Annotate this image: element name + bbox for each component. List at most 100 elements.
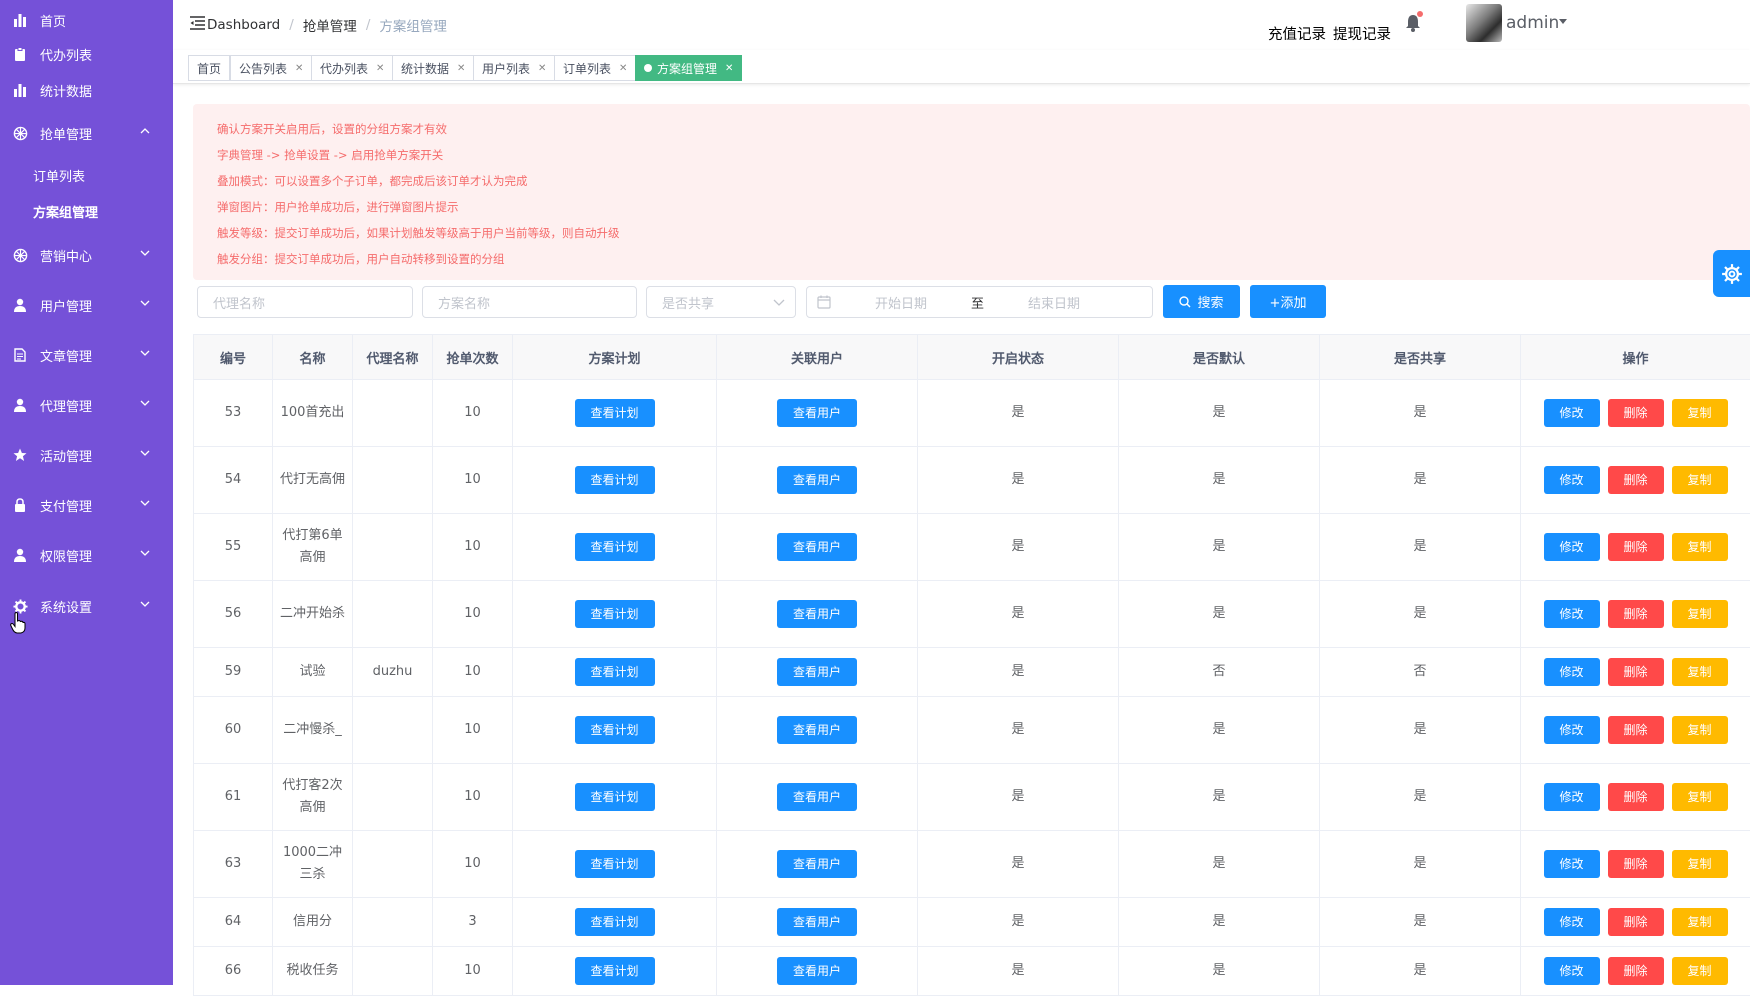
close-icon[interactable]: ✕ — [376, 63, 384, 74]
copy-button[interactable]: 复制 — [1672, 658, 1728, 686]
view-plan-button[interactable]: 查看计划 — [575, 850, 655, 878]
tag-order-list[interactable]: 订单列表✕ — [554, 55, 636, 81]
start-date-input[interactable]: 开始日期 — [875, 293, 927, 312]
copy-button[interactable]: 复制 — [1672, 716, 1728, 744]
delete-button[interactable]: 删除 — [1608, 466, 1664, 494]
tag-plan-group-active[interactable]: 方案组管理✕ — [635, 55, 742, 81]
tag-announcements[interactable]: 公告列表✕ — [230, 55, 312, 81]
sidebar-item-label: 文章管理 — [40, 346, 92, 365]
view-users-button[interactable]: 查看用户 — [777, 533, 857, 561]
view-users-button[interactable]: 查看用户 — [777, 399, 857, 427]
tag-label: 用户列表 — [482, 60, 530, 77]
edit-button[interactable]: 修改 — [1544, 850, 1600, 878]
tag-todo-list[interactable]: 代办列表✕ — [311, 55, 393, 81]
end-date-input[interactable]: 结束日期 — [1028, 293, 1080, 312]
sidebar-item-marketing[interactable]: 营销中心 — [0, 235, 173, 275]
view-plan-button[interactable]: 查看计划 — [575, 399, 655, 427]
edit-button[interactable]: 修改 — [1544, 658, 1600, 686]
edit-button[interactable]: 修改 — [1544, 466, 1600, 494]
close-icon[interactable]: ✕ — [619, 63, 627, 74]
tag-home[interactable]: 首页 — [188, 55, 230, 81]
view-plan-button[interactable]: 查看计划 — [575, 533, 655, 561]
copy-button[interactable]: 复制 — [1672, 399, 1728, 427]
search-button[interactable]: 搜索 — [1163, 285, 1240, 318]
sidebar-item-agents[interactable]: 代理管理 — [0, 385, 173, 425]
sidebar-item-todo[interactable]: 代办列表 — [0, 34, 173, 74]
close-icon[interactable]: ✕ — [538, 63, 546, 74]
view-users-button[interactable]: 查看用户 — [777, 908, 857, 936]
close-icon[interactable]: ✕ — [295, 63, 303, 74]
delete-button[interactable]: 删除 — [1608, 399, 1664, 427]
avatar[interactable] — [1466, 4, 1502, 42]
breadcrumb-item-dashboard[interactable]: Dashboard — [207, 17, 280, 33]
edit-button[interactable]: 修改 — [1544, 600, 1600, 628]
view-users-button[interactable]: 查看用户 — [777, 658, 857, 686]
edit-button[interactable]: 修改 — [1544, 716, 1600, 744]
copy-button[interactable]: 复制 — [1672, 850, 1728, 878]
delete-button[interactable]: 删除 — [1608, 957, 1664, 985]
cell-users: 查看用户 — [717, 764, 918, 831]
edit-button[interactable]: 修改 — [1544, 533, 1600, 561]
sidebar-item-stats[interactable]: 统计数据 — [0, 70, 173, 110]
delete-button[interactable]: 删除 — [1608, 600, 1664, 628]
settings-drawer-button[interactable] — [1713, 250, 1750, 297]
username[interactable]: admin — [1506, 13, 1559, 33]
plan-name-input[interactable]: 方案名称 — [422, 286, 637, 318]
hamburger-toggle-icon[interactable] — [190, 16, 206, 30]
close-icon[interactable]: ✕ — [457, 63, 465, 74]
sidebar-item-permissions[interactable]: 权限管理 — [0, 535, 173, 575]
edit-button[interactable]: 修改 — [1544, 399, 1600, 427]
edit-button[interactable]: 修改 — [1544, 783, 1600, 811]
view-plan-button[interactable]: 查看计划 — [575, 783, 655, 811]
delete-button[interactable]: 删除 — [1608, 850, 1664, 878]
sidebar-item-grab-order[interactable]: 抢单管理 — [0, 113, 173, 153]
tag-statistics[interactable]: 统计数据✕ — [392, 55, 474, 81]
view-users-button[interactable]: 查看用户 — [777, 783, 857, 811]
bell-icon[interactable] — [1405, 14, 1421, 36]
view-users-button[interactable]: 查看用户 — [777, 716, 857, 744]
sidebar-item-articles[interactable]: 文章管理 — [0, 335, 173, 375]
cell-shared: 否 — [1320, 648, 1521, 697]
view-users-button[interactable]: 查看用户 — [777, 466, 857, 494]
breadcrumb-item-grab-order[interactable]: 抢单管理 — [303, 15, 357, 35]
delete-button[interactable]: 删除 — [1608, 658, 1664, 686]
view-plan-button[interactable]: 查看计划 — [575, 658, 655, 686]
view-plan-button[interactable]: 查看计划 — [575, 908, 655, 936]
cell-agent — [353, 447, 433, 514]
column-header: 代理名称 — [353, 335, 433, 380]
date-range-picker[interactable]: 开始日期 至 结束日期 — [806, 286, 1153, 318]
view-users-button[interactable]: 查看用户 — [777, 957, 857, 985]
cell-default: 是 — [1119, 764, 1320, 831]
sidebar-subitem-order-list[interactable]: 订单列表 — [33, 160, 85, 190]
view-users-button[interactable]: 查看用户 — [777, 600, 857, 628]
edit-button[interactable]: 修改 — [1544, 908, 1600, 936]
sidebar-item-users[interactable]: 用户管理 — [0, 285, 173, 325]
view-plan-button[interactable]: 查看计划 — [575, 716, 655, 744]
sidebar-subitem-plan-group[interactable]: 方案组管理 — [33, 196, 98, 226]
view-plan-button[interactable]: 查看计划 — [575, 600, 655, 628]
delete-button[interactable]: 删除 — [1608, 716, 1664, 744]
caret-down-icon[interactable] — [1559, 19, 1567, 25]
copy-button[interactable]: 复制 — [1672, 908, 1728, 936]
copy-button[interactable]: 复制 — [1672, 466, 1728, 494]
copy-button[interactable]: 复制 — [1672, 957, 1728, 985]
copy-button[interactable]: 复制 — [1672, 783, 1728, 811]
tag-user-list[interactable]: 用户列表 ✕ — [473, 55, 555, 81]
recharge-records-link[interactable]: 充值记录 — [1268, 23, 1326, 44]
sidebar-item-payments[interactable]: 支付管理 — [0, 485, 173, 525]
copy-button[interactable]: 复制 — [1672, 533, 1728, 561]
sidebar-item-activities[interactable]: 活动管理 — [0, 435, 173, 475]
copy-button[interactable]: 复制 — [1672, 600, 1728, 628]
withdraw-records-link[interactable]: 提现记录 — [1333, 23, 1391, 44]
view-plan-button[interactable]: 查看计划 — [575, 957, 655, 985]
view-plan-button[interactable]: 查看计划 — [575, 466, 655, 494]
add-button[interactable]: +添加 — [1250, 285, 1326, 318]
delete-button[interactable]: 删除 — [1608, 783, 1664, 811]
view-users-button[interactable]: 查看用户 — [777, 850, 857, 878]
delete-button[interactable]: 删除 — [1608, 908, 1664, 936]
shared-select[interactable]: 是否共享 — [646, 286, 796, 318]
edit-button[interactable]: 修改 — [1544, 957, 1600, 985]
agent-name-input[interactable]: 代理名称 — [197, 286, 413, 318]
delete-button[interactable]: 删除 — [1608, 533, 1664, 561]
close-icon[interactable]: ✕ — [725, 63, 733, 74]
